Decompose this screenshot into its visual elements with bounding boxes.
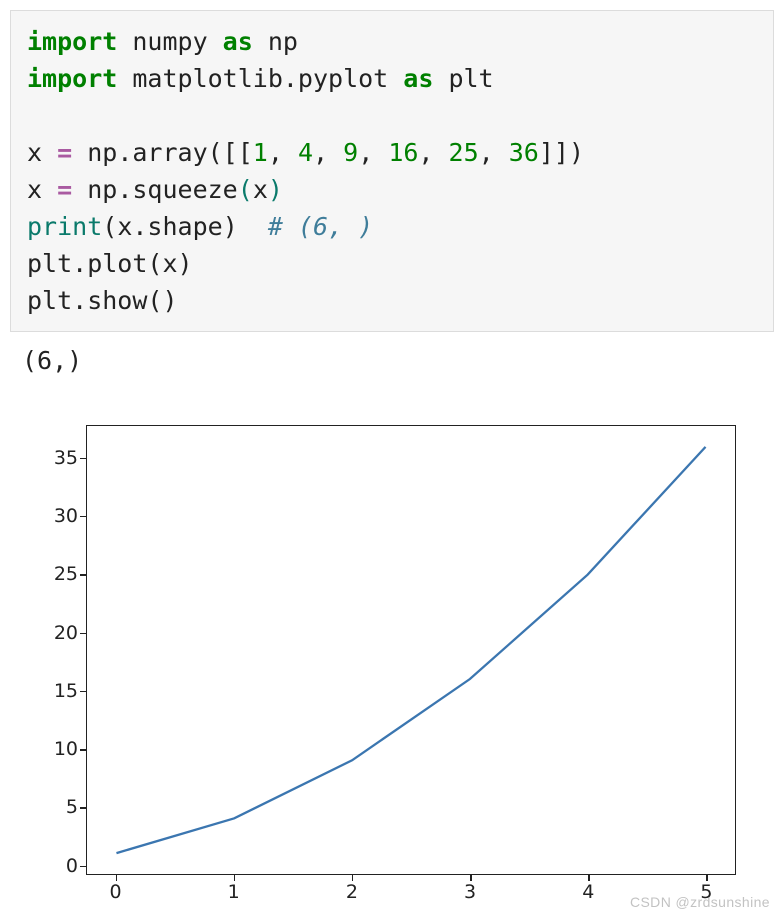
code-line-6: print(x.shape) # (6, ) — [27, 212, 373, 241]
code-line-7: plt.plot(x) — [27, 249, 193, 278]
plot-area — [86, 425, 736, 875]
line-chart: 05101520253035012345 — [22, 405, 752, 903]
y-tick-label: 10 — [38, 738, 78, 760]
code-line-4: x = np.array([[1, 4, 9, 16, 25, 36]]) — [27, 138, 584, 167]
y-tick-label: 5 — [38, 796, 78, 818]
code-line-1: import numpy as np — [27, 27, 298, 56]
output-text: (6,) — [22, 346, 774, 375]
code-line-8: plt.show() — [27, 286, 178, 315]
x-tick-label: 1 — [228, 881, 240, 903]
code-line-2: import matplotlib.pyplot as plt — [27, 64, 494, 93]
y-tick-label: 30 — [38, 505, 78, 527]
code-line-5: x = np.squeeze(x) — [27, 175, 283, 204]
watermark-text: CSDN @zrdsunshine — [630, 894, 770, 910]
line-path — [87, 426, 735, 874]
y-tick-label: 20 — [38, 622, 78, 644]
y-tick-label: 35 — [38, 447, 78, 469]
code-cell: import numpy as np import matplotlib.pyp… — [10, 10, 774, 332]
x-tick-label: 4 — [582, 881, 594, 903]
y-tick-label: 15 — [38, 680, 78, 702]
y-tick-label: 0 — [38, 855, 78, 877]
x-tick-label: 0 — [109, 881, 121, 903]
x-tick-label: 3 — [464, 881, 476, 903]
x-tick-label: 2 — [346, 881, 358, 903]
y-tick-label: 25 — [38, 563, 78, 585]
